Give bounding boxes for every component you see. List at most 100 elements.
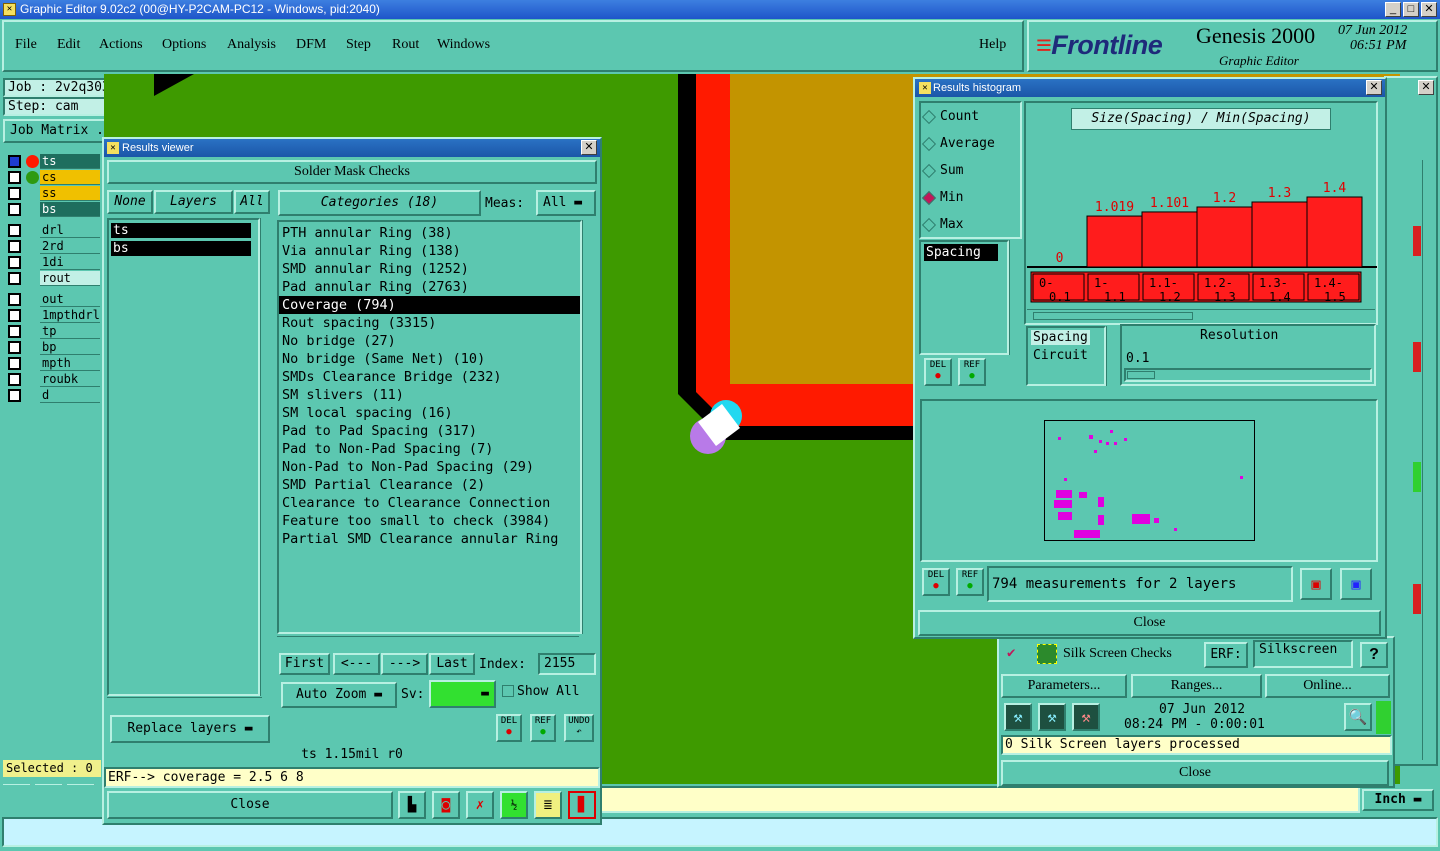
category-item[interactable]: SM slivers (11) — [279, 386, 580, 404]
histogram-export-icon-2[interactable]: ▣ — [1340, 568, 1372, 600]
category-item[interactable]: Non-Pad to Non-Pad Spacing (29) — [279, 458, 580, 476]
categories-button[interactable]: Categories (18) — [278, 190, 481, 216]
category-item[interactable]: Pad to Non-Pad Spacing (7) — [279, 440, 580, 458]
maximize-icon[interactable]: □ — [1403, 2, 1419, 17]
mode-radio-max[interactable]: Max — [920, 214, 1015, 236]
silk-ranges-button[interactable]: Ranges... — [1131, 674, 1262, 698]
layer-result-bs[interactable]: bs — [111, 241, 251, 256]
layer-checkbox[interactable] — [8, 341, 21, 354]
category-item[interactable]: No bridge (Same Net) (10) — [279, 350, 580, 368]
all-layers-button[interactable]: All — [234, 190, 270, 214]
menu-rout[interactable]: Rout — [392, 37, 419, 53]
undo-icon[interactable]: UNDO ↶ — [564, 714, 594, 742]
hist-del-icon-2[interactable]: DEL ● — [922, 568, 950, 596]
tool-icon-5[interactable]: ≣ — [534, 791, 562, 819]
mode-radio-min[interactable]: Min — [920, 187, 1015, 209]
right-window-close-icon[interactable]: ✕ — [1418, 80, 1434, 95]
auto-zoom-dropdown[interactable]: Auto Zoom ▬ — [281, 682, 397, 708]
silk-help-button[interactable]: ? — [1360, 642, 1388, 668]
category-item[interactable]: Via annular Ring (138) — [279, 242, 580, 260]
meas-dropdown[interactable]: All ▬ — [536, 190, 596, 216]
category-item[interactable]: Coverage (794) — [279, 296, 580, 314]
category-item[interactable]: SMD Partial Clearance (2) — [279, 476, 580, 494]
histogram-close-button[interactable]: Close — [918, 610, 1381, 636]
category-item[interactable]: Feature too small to check (3984) — [279, 512, 580, 530]
layer-checkbox[interactable] — [8, 389, 21, 402]
results-viewer-close-icon[interactable]: ✕ — [581, 140, 597, 155]
hist-ref-icon-1[interactable]: REF ● — [958, 358, 986, 386]
tool-icon-1[interactable]: ▙ — [398, 791, 426, 819]
layer-checkbox[interactable] — [8, 203, 21, 216]
menu-dfm[interactable]: DFM — [296, 37, 326, 53]
layer-row-mpth[interactable]: mpth — [6, 356, 100, 371]
silk-erf-button[interactable]: ERF: — [1204, 642, 1248, 668]
category-item[interactable]: Partial SMD Clearance annular Ring — [279, 530, 580, 548]
layer-checkbox[interactable] — [8, 293, 21, 306]
menu-options[interactable]: Options — [162, 37, 206, 53]
layer-checkbox[interactable] — [8, 155, 21, 168]
menu-analysis[interactable]: Analysis — [227, 37, 276, 53]
histogram-icon[interactable]: ▊ — [568, 791, 596, 819]
layer-checkbox[interactable] — [8, 309, 21, 322]
spacing-option[interactable]: Spacing — [1031, 330, 1090, 345]
sv-dropdown[interactable]: ▬ — [429, 680, 496, 708]
layer-row-tp[interactable]: tp — [6, 324, 100, 339]
layer-checkbox[interactable] — [8, 357, 21, 370]
layer-row-ss[interactable]: ss — [6, 186, 100, 201]
layer-checkbox[interactable] — [8, 187, 21, 200]
category-item[interactable]: Pad annular Ring (2763) — [279, 278, 580, 296]
tool-icon-3[interactable]: ✗ — [466, 791, 494, 819]
menu-windows[interactable]: Windows — [437, 37, 490, 53]
affected-layer-icon[interactable] — [26, 171, 39, 184]
menu-file[interactable]: File — [15, 37, 37, 53]
layers-button[interactable]: Layers — [154, 190, 233, 214]
chart-hscroll[interactable] — [1027, 309, 1375, 322]
layer-row-d[interactable]: d — [6, 388, 100, 403]
mode-radio-count[interactable]: Count — [920, 106, 1015, 128]
layer-row-out[interactable]: out — [6, 292, 100, 307]
close-icon[interactable]: ✕ — [1421, 2, 1437, 17]
hist-ref-icon-2[interactable]: REF ● — [956, 568, 984, 596]
layer-row-1mpthdrl[interactable]: 1mpthdrl — [6, 308, 100, 323]
work-layer-icon[interactable] — [26, 155, 39, 168]
first-button[interactable]: First — [279, 653, 330, 675]
chart-hscroll-thumb[interactable] — [1033, 312, 1193, 320]
silk-check-icon[interactable]: ✔ — [1007, 645, 1015, 661]
units-selector[interactable]: Inch ▬ — [1362, 789, 1434, 811]
spacing-circuit-scroll[interactable] — [1106, 326, 1118, 386]
menu-step[interactable]: Step — [346, 37, 371, 53]
layer-result-ts[interactable]: ts — [111, 223, 251, 238]
resolution-slider[interactable] — [1124, 368, 1372, 382]
circuit-option[interactable]: Circuit — [1031, 348, 1090, 363]
silk-run-icon-3[interactable]: ⚒ — [1072, 703, 1100, 731]
layer-row-2rd[interactable]: 2rd — [6, 239, 100, 254]
silk-parameters-button[interactable]: Parameters... — [1001, 674, 1127, 698]
category-item[interactable]: SMD annular Ring (1252) — [279, 260, 580, 278]
category-item[interactable]: PTH annular Ring (38) — [279, 224, 580, 242]
layer-checkbox[interactable] — [8, 325, 21, 338]
category-item[interactable]: Clearance to Clearance Connection — [279, 494, 580, 512]
silk-zoom-icon[interactable]: 🔍 — [1344, 703, 1372, 731]
layer-checkbox[interactable] — [8, 240, 21, 253]
tool-icon-2[interactable]: ◙ — [432, 791, 460, 819]
layer-row-rout[interactable]: rout — [6, 271, 100, 286]
layer-row-bs[interactable]: bs — [6, 202, 100, 217]
menu-actions[interactable]: Actions — [99, 37, 143, 53]
menu-edit[interactable]: Edit — [57, 37, 80, 53]
layer-list-vscroll[interactable] — [260, 218, 274, 696]
menu-help[interactable]: Help — [979, 37, 1006, 53]
layer-row-roubk[interactable]: roubk — [6, 372, 100, 387]
prev-button[interactable]: <--- — [333, 653, 380, 675]
tool-icon-4[interactable]: ½ — [500, 791, 528, 819]
index-input[interactable]: 2155 — [538, 653, 596, 675]
del-icon[interactable]: DEL ● — [496, 714, 522, 742]
layer-row-bp[interactable]: bp — [6, 340, 100, 355]
category-item[interactable]: SM local spacing (16) — [279, 404, 580, 422]
last-button[interactable]: Last — [429, 653, 475, 675]
layer-row-1di[interactable]: 1di — [6, 255, 100, 270]
results-close-button[interactable]: Close — [107, 791, 393, 819]
silk-run-icon-2[interactable]: ⚒ — [1038, 703, 1066, 731]
none-button[interactable]: None — [107, 190, 153, 214]
next-button[interactable]: ---> — [381, 653, 428, 675]
layer-checkbox[interactable] — [8, 256, 21, 269]
